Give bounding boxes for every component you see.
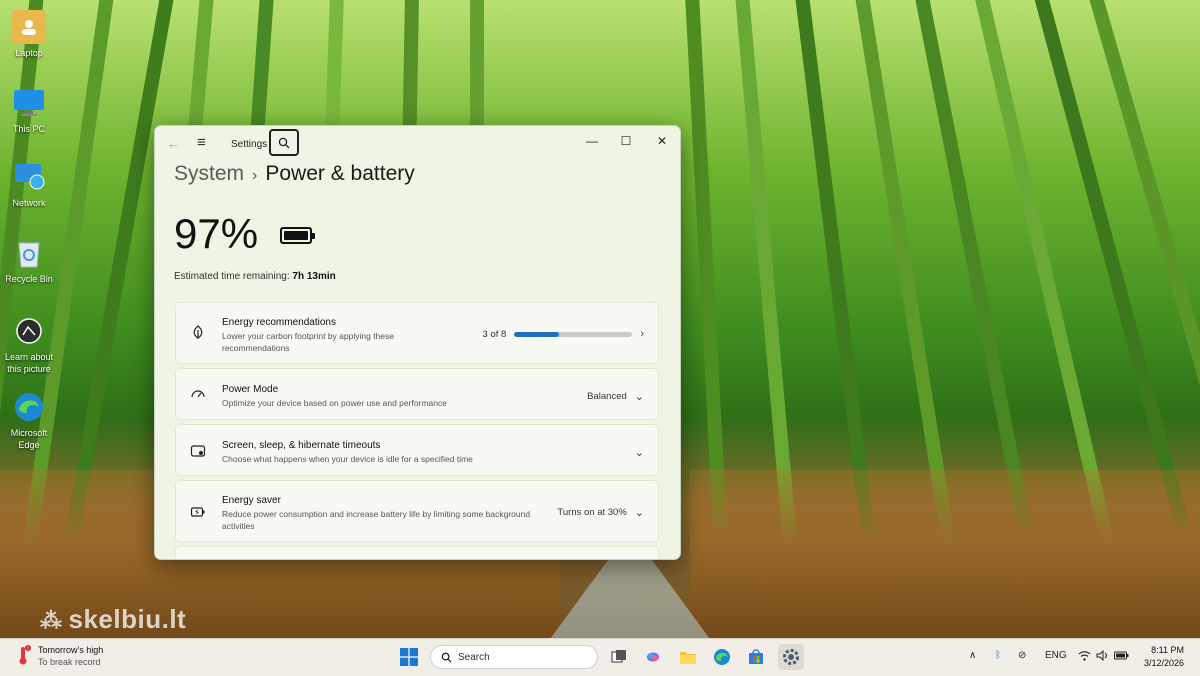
breadcrumb-system-link[interactable]: System — [174, 162, 244, 185]
edge-taskbar-icon[interactable] — [711, 646, 733, 668]
network-off-icon[interactable]: ⊘ — [1018, 650, 1026, 661]
card-title: Energy saver — [222, 495, 281, 506]
desktop-icon-this-pc[interactable]: This PC — [2, 86, 56, 135]
desktop-icon-label: Recycle Bin — [5, 274, 53, 284]
taskbar-search-placeholder: Search — [458, 651, 490, 663]
maximize-button[interactable]: ☐ — [611, 130, 641, 152]
window-title: Settings — [231, 139, 268, 150]
chevron-down-icon[interactable]: ⌄ — [635, 390, 644, 403]
energy-saver-threshold: Turns on at 30% — [557, 507, 627, 518]
edge-icon — [12, 390, 46, 424]
task-view-icon[interactable] — [608, 646, 630, 668]
taskbar: ! Tomorrow's high To break record Search… — [0, 638, 1200, 676]
estimated-time: Estimated time remaining: 7h 13min — [174, 271, 336, 282]
watermark: ⁂ skelbiu.lt — [40, 604, 187, 634]
power-mode-select[interactable]: Balanced — [587, 391, 627, 402]
thermometer-icon: ! — [16, 644, 32, 666]
power-mode-card[interactable]: Power Mode Optimize your device based on… — [175, 368, 659, 420]
clock[interactable]: 8:11 PM 3/12/2026 — [1144, 644, 1184, 670]
file-explorer-icon[interactable] — [677, 646, 699, 668]
weather-widget[interactable]: ! Tomorrow's high To break record — [16, 644, 103, 668]
volume-icon[interactable] — [1096, 649, 1109, 664]
desktop-icon-network[interactable]: Network — [2, 160, 56, 209]
card-title: Power Mode — [222, 384, 279, 395]
card-description: Optimize your device based on power use … — [222, 398, 447, 408]
energy-saver-card[interactable]: Energy saver Reduce power consumption an… — [175, 480, 659, 542]
taskbar-search-input[interactable]: Search — [430, 645, 598, 669]
weather-subtitle: To break record — [38, 657, 101, 667]
energy-saver-icon — [190, 504, 206, 523]
recycle-bin-icon — [12, 236, 46, 270]
weather-title: Tomorrow's high — [38, 645, 104, 655]
search-icon — [441, 652, 452, 663]
page-title: Power & battery — [265, 162, 415, 185]
search-button[interactable] — [269, 129, 299, 156]
windows-start-icon[interactable] — [398, 646, 420, 668]
battery-icon — [280, 227, 315, 244]
screen-sleep-icon — [190, 443, 206, 462]
store-icon[interactable] — [745, 646, 767, 668]
energy-recommendations-card[interactable]: Energy recommendations Lower your carbon… — [175, 302, 659, 364]
breadcrumb-separator: › — [252, 167, 258, 184]
search-icon — [278, 137, 290, 148]
bluetooth-icon[interactable]: ᛒ — [995, 650, 1001, 661]
power-mode-icon — [190, 387, 206, 406]
close-button[interactable]: ✕ — [647, 130, 677, 152]
leaf-icon — [190, 324, 206, 343]
copilot-icon[interactable] — [642, 646, 664, 668]
recommendations-count: 3 of 8 — [482, 328, 507, 340]
desktop-icon-laptop[interactable]: Laptop — [2, 10, 56, 59]
back-arrow-icon[interactable]: ← — [167, 136, 180, 151]
clock-date: 3/12/2026 — [1143, 658, 1184, 668]
desktop-icon-recycle-bin[interactable]: Recycle Bin — [2, 236, 56, 285]
desktop-icon-label: Laptop — [15, 48, 43, 58]
recommendations-progress — [514, 331, 633, 337]
language-indicator[interactable]: ENG — [1045, 650, 1067, 661]
card-description: Lower your carbon footprint by applying … — [222, 331, 394, 353]
chevron-down-icon[interactable]: ⌄ — [635, 446, 644, 459]
desktop-icon-label: Microsoft Edge — [10, 428, 48, 450]
desktop-icon-learn-about-picture[interactable]: Learn about this picture — [2, 314, 56, 375]
settings-window: ← ≡ Settings — ☐ ✕ System › Power & batter… — [154, 125, 681, 560]
title-bar: ← ≡ Settings — ☐ ✕ — [155, 126, 680, 162]
watermark-logo-icon: ⁂ — [40, 608, 63, 633]
card-title: Energy recommendations — [222, 317, 336, 328]
battery-percent: 97% — [174, 210, 259, 257]
next-card-partial[interactable] — [175, 546, 659, 559]
minimize-button[interactable]: — — [577, 130, 607, 152]
desktop-icon-label: Learn about this picture — [4, 352, 54, 374]
breadcrumb: System › Power & battery — [174, 162, 415, 186]
chevron-down-icon[interactable]: ⌄ — [635, 506, 644, 519]
show-hidden-icons-chevron-icon[interactable]: ∧ — [969, 650, 976, 661]
battery-tray-icon[interactable] — [1114, 650, 1129, 664]
user-folder-icon — [12, 10, 46, 44]
desktop-icon-label: This PC — [12, 124, 45, 134]
monitor-icon — [12, 86, 46, 120]
card-description: Reduce power consumption and increase ba… — [222, 509, 531, 531]
settings-taskbar-icon[interactable] — [778, 644, 804, 670]
card-title: Screen, sleep, & hibernate timeouts — [222, 440, 381, 451]
desktop-icon-label: Network — [12, 198, 46, 208]
svg-text:!: ! — [27, 646, 28, 652]
camera-icon — [12, 314, 46, 348]
card-description: Choose what happens when your device is … — [222, 454, 473, 464]
clock-time: 8:11 PM — [1151, 645, 1184, 655]
desktop-icon-edge[interactable]: Microsoft Edge — [2, 390, 56, 451]
network-icon — [12, 160, 46, 194]
wifi-icon[interactable] — [1078, 650, 1091, 664]
screen-sleep-card[interactable]: Screen, sleep, & hibernate timeouts Choo… — [175, 424, 659, 476]
hamburger-menu-icon[interactable]: ≡ — [197, 134, 206, 151]
chevron-right-icon: › — [640, 328, 644, 340]
